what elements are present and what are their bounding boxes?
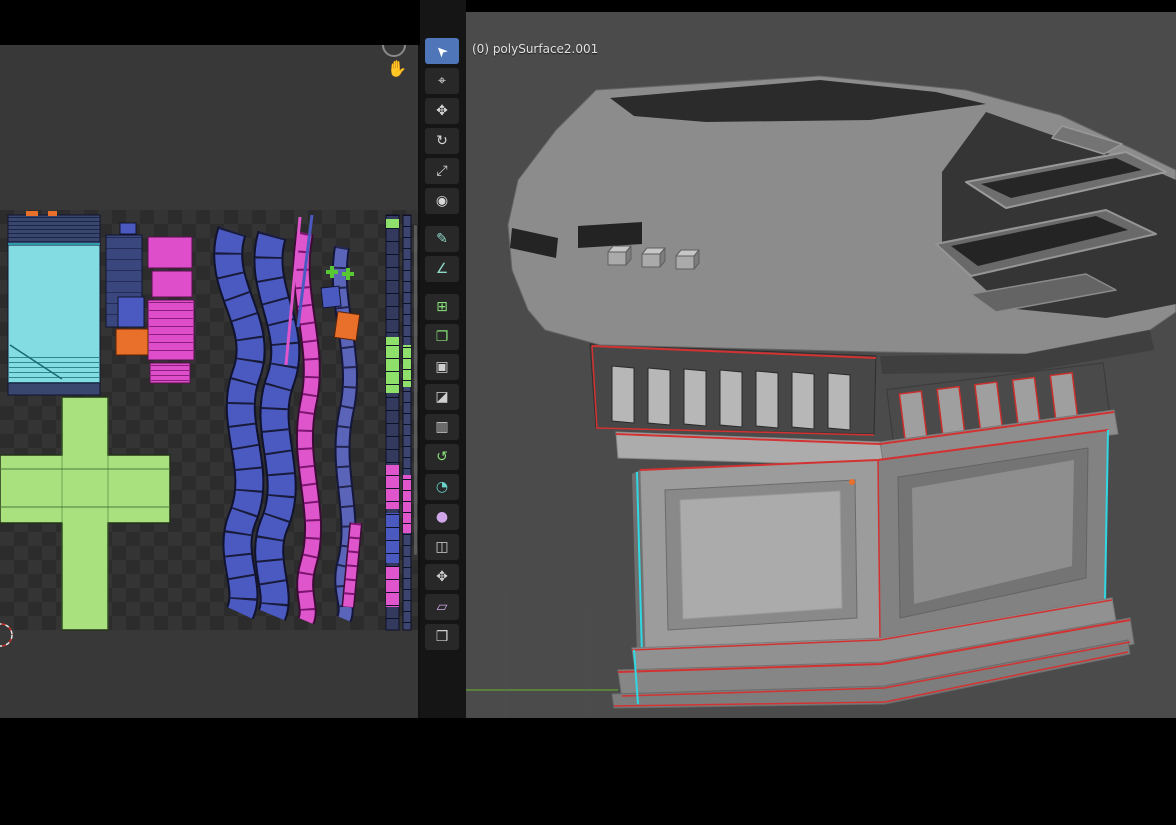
move-icon: ✥ [436,104,448,118]
scale-icon: ⤢ [436,164,447,178]
inset-faces-icon: ▣ [435,360,448,374]
uv-island-blue-chain-a[interactable] [228,231,251,613]
tweak-icon: ➤ [433,42,451,60]
uv-island-green-cross[interactable] [0,397,170,630]
hand-glyph: ✋ [387,59,407,78]
tool-annotate[interactable]: ✎ [425,226,459,252]
model-hood [508,76,1176,374]
origin-dot [849,479,855,485]
tool-rip-region[interactable]: ❒ [425,624,459,650]
cursor-icon: ⌖ [438,74,446,88]
app-window: ✋ ➤ ⌖ ✥ ↻ ⤢ ◉ ✎ ∠ ⊞ ❐ ▣ ◪ ▥ ↺ ◔ ● ◫ ✥ ▱ ❒ [0,0,1176,825]
tool-transform[interactable]: ◉ [425,188,459,214]
rip-region-icon: ❒ [436,630,449,644]
measure-icon: ∠ [436,262,449,276]
sphere-project-icon: ● [436,510,448,524]
tool-column: ➤ ⌖ ✥ ↻ ⤢ ◉ ✎ ∠ ⊞ ❐ ▣ ◪ ▥ ↺ ◔ ● ◫ ✥ ▱ ❒ [420,0,466,718]
spin-icon: ↺ [436,450,448,464]
edge-slide-icon: ◫ [435,540,448,554]
rotate-icon: ↻ [436,134,448,148]
uv-island-cyan-panel[interactable] [8,211,100,395]
add-cube-icon: ⊞ [436,300,448,314]
tool-smooth[interactable]: ◔ [425,474,459,500]
tool-move[interactable]: ✥ [425,98,459,124]
model-band [590,344,876,435]
uv-islands-canvas[interactable] [0,45,418,718]
tool-sphere-project[interactable]: ● [425,504,459,530]
uv-island-pink-strip[interactable] [348,523,356,607]
model-3d[interactable] [466,12,1176,718]
tool-tweak[interactable]: ➤ [425,38,459,64]
uv-scrollbar[interactable] [414,225,417,555]
toolbar-tools: ➤ ⌖ ✥ ↻ ⤢ ◉ ✎ ∠ ⊞ ❐ ▣ ◪ ▥ ↺ ◔ ● ◫ ✥ ▱ ❒ [425,38,459,654]
active-object-label: (0) polySurface2.001 [472,42,598,56]
bevel-icon: ◪ [435,390,448,404]
extrude-region-icon: ❐ [436,330,449,344]
toolbar-separator [425,286,459,294]
tool-loop-cut[interactable]: ▥ [425,414,459,440]
smooth-icon: ◔ [436,480,448,494]
tool-rotate[interactable]: ↻ [425,128,459,154]
uv-editor-panel[interactable]: ✋ [0,45,420,718]
hand-pan-icon[interactable]: ✋ [384,55,410,81]
tool-spin[interactable]: ↺ [425,444,459,470]
uv-island-blue-chain-b[interactable] [268,235,285,615]
tool-cursor[interactable]: ⌖ [425,68,459,94]
uv-island-right-strips[interactable] [386,215,411,630]
viewport-3d[interactable]: (0) polySurface2.001 [466,12,1176,718]
tool-measure[interactable]: ∠ [425,256,459,282]
tool-shear[interactable]: ▱ [425,594,459,620]
shear-icon: ▱ [437,600,448,614]
loop-cut-icon: ▥ [435,420,448,434]
tool-extrude-region[interactable]: ❐ [425,324,459,350]
tool-bevel[interactable]: ◪ [425,384,459,410]
tool-edge-slide[interactable]: ◫ [425,534,459,560]
uv-2d-cursor[interactable] [0,624,12,646]
tool-scale[interactable]: ⤢ [425,158,459,184]
grid-lines [466,592,618,718]
tool-inset-faces[interactable]: ▣ [425,354,459,380]
transform-icon: ◉ [436,194,448,208]
toolbar-separator [425,218,459,226]
annotate-icon: ✎ [436,232,448,246]
tool-add-cube[interactable]: ⊞ [425,294,459,320]
shrink-fatten-icon: ✥ [436,570,448,584]
tool-shrink-fatten[interactable]: ✥ [425,564,459,590]
